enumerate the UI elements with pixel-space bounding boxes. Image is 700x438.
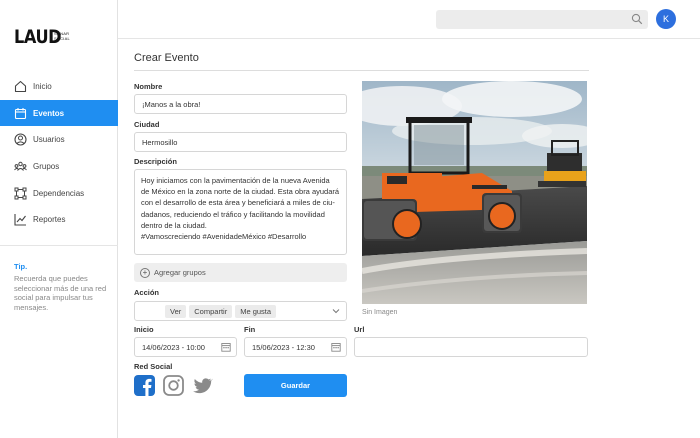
calendar-icon[interactable]	[221, 342, 231, 352]
sidebar-item-grupos[interactable]: Grupos	[0, 153, 118, 180]
home-icon	[14, 80, 27, 93]
description-label: Descripción	[134, 157, 177, 166]
action-chip-me-gusta[interactable]: Me gusta	[235, 304, 277, 318]
action-select[interactable]: Ver Compartir Me gusta	[134, 301, 347, 321]
social-network-selector	[134, 375, 213, 396]
event-image[interactable]	[362, 81, 587, 304]
sidebar-nav: Inicio Eventos Usuarios Grupos Dependenc…	[0, 73, 118, 233]
save-button[interactable]: Guardar	[244, 374, 347, 397]
chevron-down-icon[interactable]	[332, 307, 340, 315]
sidebar: LAUD SONAR SOCIAL Inicio Eventos Usuario…	[0, 0, 118, 438]
logo-tagline: SONAR SOCIAL	[54, 31, 70, 41]
description-textarea[interactable]: Hoy iniciamos con la pavimentación de la…	[134, 169, 347, 255]
action-label: Acción	[134, 288, 160, 297]
social-label: Red Social	[134, 362, 173, 371]
url-field[interactable]	[354, 337, 588, 357]
search-icon[interactable]	[631, 13, 643, 25]
add-groups-label: Agregar grupos	[154, 268, 206, 277]
calendar-icon[interactable]	[331, 342, 341, 352]
instagram-icon[interactable]	[163, 375, 184, 396]
sidebar-item-eventos[interactable]: Eventos	[0, 99, 118, 127]
sidebar-item-dependencias[interactable]: Dependencias	[0, 180, 118, 207]
sidebar-item-label: Eventos	[33, 108, 65, 118]
end-datetime-value: 15/06/2023 - 12:30	[252, 342, 315, 352]
topbar: K	[118, 0, 700, 39]
sidebar-item-label: Inicio	[33, 81, 52, 91]
plus-circle-icon: +	[140, 267, 150, 278]
user-icon	[14, 133, 27, 146]
sidebar-item-reportes[interactable]: Reportes	[0, 206, 118, 233]
sidebar-item-label: Usuarios	[33, 135, 65, 145]
twitter-icon[interactable]	[192, 375, 213, 396]
search-input[interactable]	[436, 10, 648, 29]
name-field[interactable]: ¡Manos a la obra!	[134, 94, 347, 114]
tip-text: Recuerda que puedes seleccionar más de u…	[14, 274, 107, 312]
facebook-icon[interactable]	[134, 375, 155, 396]
start-label: Inicio	[134, 325, 154, 334]
logo[interactable]: LAUD SONAR SOCIAL	[14, 27, 70, 47]
tip-title: Tip.	[14, 262, 28, 271]
calendar-icon	[14, 107, 27, 120]
add-groups-button[interactable]: + Agregar grupos	[134, 263, 347, 282]
end-label: Fin	[244, 325, 256, 334]
end-datetime-field[interactable]: 15/06/2023 - 12:30	[244, 337, 347, 357]
action-chip-compartir[interactable]: Compartir	[189, 304, 233, 318]
avatar[interactable]: K	[656, 9, 676, 29]
network-icon	[14, 187, 27, 200]
city-field-value: Hermosillo	[142, 137, 178, 147]
page-title: Crear Evento	[134, 52, 199, 64]
sidebar-divider	[0, 245, 118, 246]
sidebar-item-label: Reportes	[33, 215, 66, 225]
city-label: Ciudad	[134, 120, 160, 129]
sidebar-item-usuarios[interactable]: Usuarios	[0, 126, 118, 153]
name-field-value: ¡Manos a la obra!	[142, 99, 201, 109]
title-divider	[134, 70, 589, 71]
sidebar-item-label: Dependencias	[33, 188, 85, 198]
start-datetime-value: 14/06/2023 - 10:00	[142, 342, 205, 352]
sidebar-item-inicio[interactable]: Inicio	[0, 73, 118, 100]
name-label: Nombre	[134, 82, 163, 91]
start-datetime-field[interactable]: 14/06/2023 - 10:00	[134, 337, 237, 357]
action-chip-ver[interactable]: Ver	[165, 304, 187, 318]
sidebar-item-label: Grupos	[33, 161, 60, 171]
image-caption: Sin Imagen	[362, 309, 398, 316]
city-field[interactable]: Hermosillo	[134, 132, 347, 152]
road-roller-photo	[362, 81, 587, 304]
url-label: Url	[354, 325, 365, 334]
chart-icon	[14, 213, 27, 226]
group-icon	[14, 160, 27, 173]
